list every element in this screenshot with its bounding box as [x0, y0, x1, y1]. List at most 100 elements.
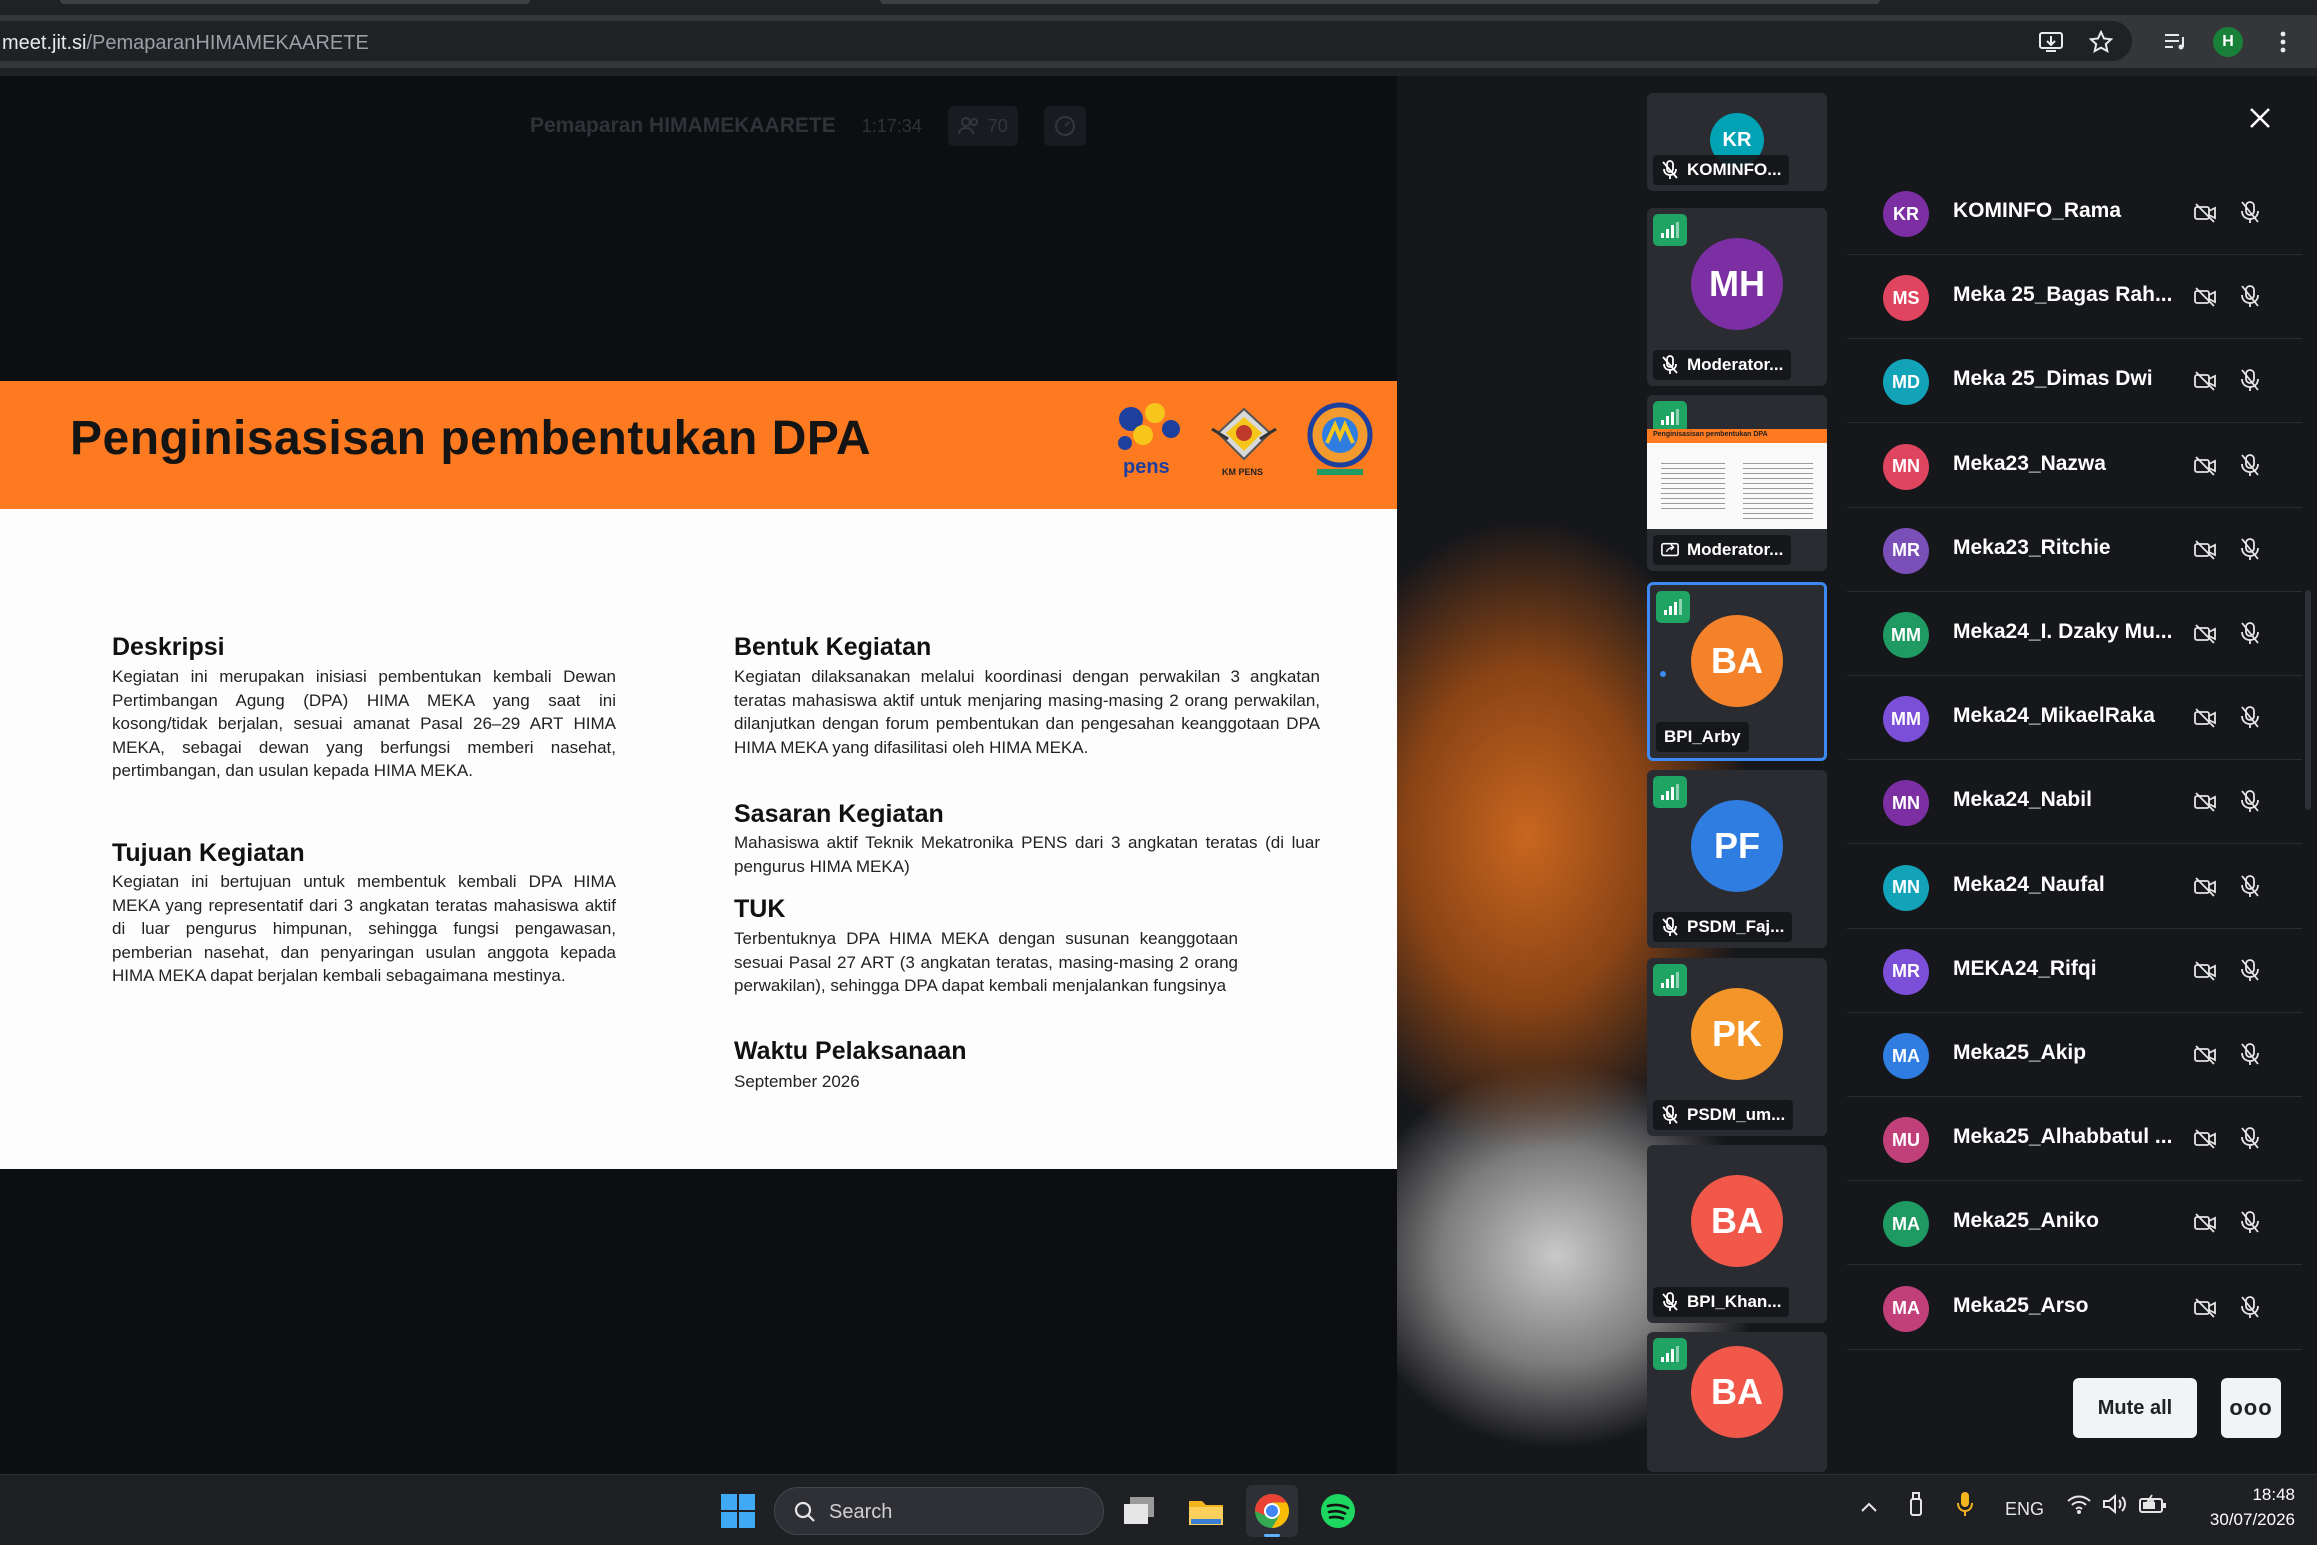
mic-muted-icon[interactable] [2239, 1295, 2261, 1319]
mic-muted-icon[interactable] [2239, 789, 2261, 813]
participant-tile[interactable]: KR KOMINFO... [1647, 93, 1827, 191]
meeting-title: Pemaparan HIMAMEKAARETE [530, 114, 836, 137]
install-app-icon[interactable] [2034, 25, 2068, 59]
clock-date[interactable]: 30/07/2026 [2190, 1510, 2295, 1530]
participant-row[interactable]: MA Meka25_Akip [1847, 1013, 2302, 1097]
participant-row[interactable]: MS Meka 25_Bagas Rah... [1847, 255, 2302, 340]
mic-muted-icon[interactable] [2239, 284, 2261, 308]
start-button[interactable] [712, 1485, 764, 1537]
bentuk-text: Kegiatan dilaksanakan melalui koordinasi… [734, 667, 1320, 757]
profile-avatar[interactable]: H [2213, 27, 2243, 57]
participant-row[interactable]: MA Meka25_Aniko [1847, 1181, 2302, 1266]
participant-row[interactable]: MR MEKA24_Rifqi [1847, 929, 2302, 1013]
video-off-icon[interactable] [2193, 1128, 2217, 1150]
mic-muted-icon[interactable] [2239, 1126, 2261, 1150]
participant-row[interactable]: MA Meka25_Arso [1847, 1266, 2302, 1350]
panel-scrollbar[interactable] [2305, 590, 2311, 810]
active-app-indicator [1264, 1534, 1280, 1537]
video-off-icon[interactable] [2193, 707, 2217, 729]
connection-signal-icon[interactable] [1653, 214, 1687, 246]
mic-muted-icon[interactable] [2239, 958, 2261, 982]
slide-title: Penginisasisan pembentukan DPA [70, 412, 871, 465]
address-bar[interactable]: meet.jit.si/PemaparanHIMAMEKAARETE [0, 21, 2132, 61]
participant-row[interactable]: MM Meka24_MikaelRaka [1847, 676, 2302, 761]
close-panel-button[interactable] [2240, 98, 2280, 138]
video-off-icon[interactable] [2193, 539, 2217, 561]
participant-row[interactable]: MN Meka24_Naufal [1847, 845, 2302, 929]
participant-tile-label: PSDM_um... [1653, 1100, 1794, 1130]
participant-tile[interactable]: PF PSDM_Faj... [1647, 770, 1827, 948]
participant-row[interactable]: KR KOMINFO_Rama [1847, 171, 2302, 255]
participant-row[interactable]: MU Meka25_Alhabbatul ... [1847, 1097, 2302, 1182]
url-text[interactable]: meet.jit.si/PemaparanHIMAMEKAARETE [2, 32, 369, 55]
wifi-icon[interactable] [2066, 1493, 2092, 1520]
volume-icon[interactable] [2102, 1493, 2128, 1520]
mic-muted-icon[interactable] [2239, 1210, 2261, 1234]
speaker-stats-button[interactable] [1043, 106, 1086, 146]
usb-device-icon[interactable] [1908, 1491, 1924, 1522]
file-explorer-button[interactable] [1180, 1485, 1232, 1537]
participant-row[interactable]: MM Meka24_I. Dzaky Mu... [1847, 592, 2302, 676]
participant-tile[interactable]: MH Moderator... [1647, 208, 1827, 386]
video-off-icon[interactable] [2193, 960, 2217, 982]
participant-tile[interactable]: BA [1647, 1332, 1827, 1472]
mic-muted-icon[interactable] [2239, 200, 2261, 224]
connection-signal-icon[interactable] [1653, 964, 1687, 996]
browser-tab[interactable] [880, 0, 1880, 4]
media-controls-icon[interactable] [2158, 25, 2192, 59]
participant-avatar: MR [1883, 527, 1929, 574]
browser-menu-icon[interactable] [2266, 25, 2300, 59]
video-off-icon[interactable] [2193, 1044, 2217, 1066]
video-off-icon[interactable] [2193, 370, 2217, 392]
video-off-icon[interactable] [2193, 286, 2217, 308]
folder-icon [1189, 1501, 1223, 1525]
participant-count: 70 [987, 115, 1008, 136]
spotify-button[interactable] [1312, 1485, 1364, 1537]
taskbar-search[interactable]: Search [774, 1487, 1104, 1535]
svg-text:KM PENS: KM PENS [1222, 467, 1263, 477]
participant-row[interactable]: MD Meka 25_Dimas Dwi [1847, 339, 2302, 424]
participant-avatar: MM [1883, 696, 1929, 743]
video-off-icon[interactable] [2193, 202, 2217, 224]
sasaran-text: Mahasiswa aktif Teknik Mekatronika PENS … [734, 833, 1320, 876]
video-off-icon[interactable] [2193, 455, 2217, 477]
bookmark-star-icon[interactable] [2084, 25, 2118, 59]
participant-tile[interactable]: BA BPI_Khan... [1647, 1145, 1827, 1323]
participant-tile[interactable]: Penginisasisan pembentukan DPA Moderator.… [1647, 395, 1827, 571]
more-options-button[interactable]: ooo [2221, 1378, 2281, 1438]
deskripsi-heading: Deskripsi [112, 633, 225, 661]
language-indicator[interactable]: ENG [2005, 1499, 2044, 1520]
connection-signal-icon[interactable] [1653, 776, 1687, 808]
participant-tile[interactable]: PK PSDM_um... [1647, 958, 1827, 1136]
video-off-icon[interactable] [2193, 876, 2217, 898]
speaking-indicator [1660, 671, 1666, 677]
mic-muted-icon[interactable] [2239, 705, 2261, 729]
video-off-icon[interactable] [2193, 623, 2217, 645]
task-view-button[interactable] [1114, 1485, 1166, 1537]
participant-tile[interactable]: BA BPI_Arby [1647, 582, 1827, 761]
mute-all-button[interactable]: Mute all [2073, 1378, 2197, 1438]
participant-row[interactable]: MN Meka23_Nazwa [1847, 424, 2302, 508]
video-off-icon[interactable] [2193, 791, 2217, 813]
mic-muted-icon[interactable] [2239, 537, 2261, 561]
show-hidden-icons[interactable] [1860, 1497, 1878, 1518]
mic-muted-icon[interactable] [2239, 368, 2261, 392]
chrome-button[interactable] [1246, 1485, 1298, 1537]
participant-row[interactable]: MN Meka24_Nabil [1847, 760, 2302, 845]
connection-signal-icon[interactable] [1653, 1338, 1687, 1370]
mic-muted-icon[interactable] [2239, 453, 2261, 477]
mic-muted-icon[interactable] [2239, 874, 2261, 898]
connection-signal-icon[interactable] [1656, 591, 1690, 623]
mic-muted-icon[interactable] [2239, 621, 2261, 645]
browser-tab[interactable] [60, 0, 530, 4]
mic-muted-icon[interactable] [2239, 1042, 2261, 1066]
participant-row[interactable]: MR Meka23_Ritchie [1847, 508, 2302, 592]
participant-count-pill[interactable]: 70 [947, 106, 1018, 146]
slide-banner: Penginisasisan pembentukan DPA pens KM P… [0, 381, 1397, 509]
clock-time[interactable]: 18:48 [2245, 1485, 2295, 1505]
battery-icon[interactable] [2138, 1493, 2168, 1520]
participant-avatar: PK [1691, 988, 1783, 1080]
video-off-icon[interactable] [2193, 1297, 2217, 1319]
video-off-icon[interactable] [2193, 1212, 2217, 1234]
microphone-icon[interactable] [1955, 1490, 1975, 1523]
